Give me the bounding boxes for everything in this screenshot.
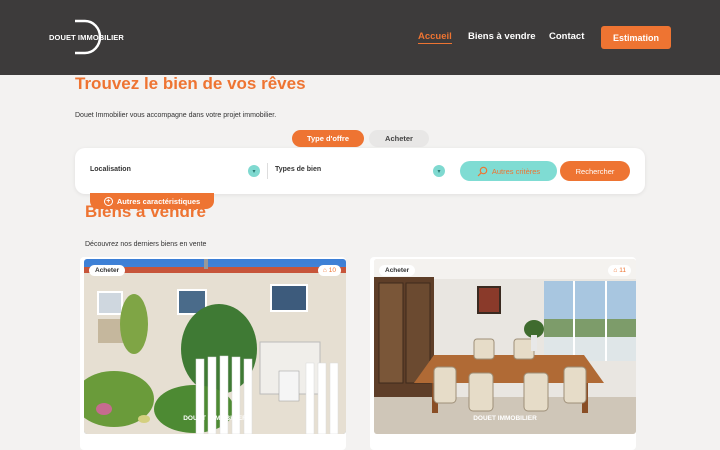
nav-accueil[interactable]: Accueil [418,31,452,44]
search-icon [477,166,488,176]
other-criteria-button[interactable]: Autres critères [460,161,557,181]
offer-badge: Acheter [379,265,416,276]
chevron-down-icon[interactable]: ▾ [433,165,445,177]
offer-badge: Acheter [89,265,126,276]
divider [267,163,268,179]
tab-acheter[interactable]: Acheter [369,130,429,147]
estimation-button[interactable]: Estimation [601,26,671,49]
nav-contact[interactable]: Contact [549,31,584,42]
search-form: Localisation ▾ Types de bien ▾ Autres cr… [75,148,645,194]
plus-circle-icon: + [103,196,113,206]
photo-count: ⌂ 11 [608,265,631,276]
listing-photo[interactable]: Acheter ⌂ 11 DOUET IMMOBILIER [374,259,636,434]
watermark: DOUET IMMOBILIER [183,415,247,422]
site-header: DOUET IMMOBILIER Accueil Biens à vendre … [0,0,720,75]
other-characteristics-button[interactable]: + Autres caractéristiques [90,193,214,209]
house-photo [84,259,346,434]
photo-count-value: 10 [328,267,336,274]
logo-text: DOUET IMMOBILIER [49,33,124,42]
property-type-select[interactable]: Types de bien [275,166,321,173]
listing-card[interactable]: Acheter ⌂ 11 DOUET IMMOBILIER [370,257,636,450]
chevron-down-icon[interactable]: ▾ [248,165,260,177]
other-characteristics-label: Autres caractéristiques [116,196,201,206]
nav-biens-a-vendre[interactable]: Biens à vendre [468,31,536,42]
watermark: DOUET IMMOBILIER [473,415,537,422]
dining-room-photo [374,259,636,434]
hero-title: Trouvez le bien de vos rêves [75,74,306,93]
photo-count: ⌂ 10 [317,265,341,276]
listing-photo[interactable]: Acheter ⌂ 10 DOUET IMMOBILIER [84,259,346,434]
listing-card[interactable]: Acheter ⌂ 10 DOUET IMMOBILIER [80,257,346,450]
tab-type-offre[interactable]: Type d'offre [292,130,364,147]
other-criteria-label: Autres critères [491,166,541,176]
hero-subtitle: Douet Immobilier vous accompagne dans vo… [75,112,277,119]
section-subtitle: Découvrez nos derniers biens en vente [85,241,207,248]
location-select[interactable]: Localisation [90,166,131,173]
logo[interactable]: DOUET IMMOBILIER [49,19,129,55]
photo-count-value: 11 [619,267,626,274]
camera-icon: ⌂ [613,267,618,274]
search-button[interactable]: Rechercher [560,161,630,181]
camera-icon: ⌂ [322,267,327,274]
